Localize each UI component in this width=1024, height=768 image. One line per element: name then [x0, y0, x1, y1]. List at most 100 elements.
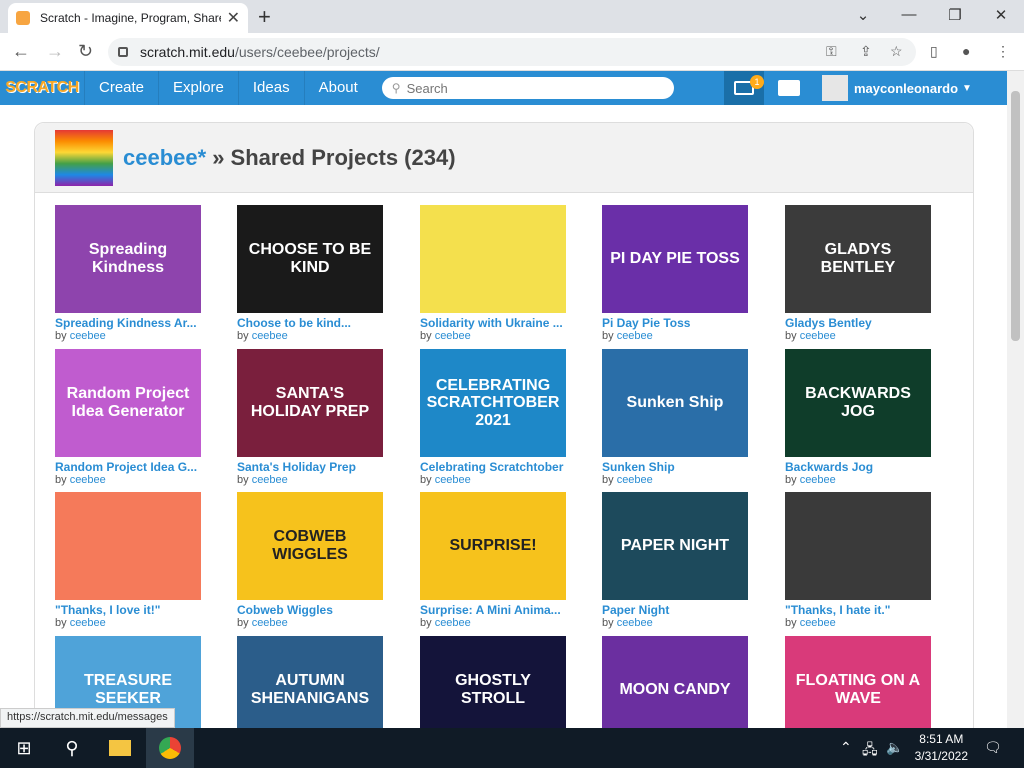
author-link[interactable]: ceebee — [252, 474, 288, 486]
project-title[interactable]: Gladys Bentley — [785, 316, 931, 330]
project-title[interactable]: "Thanks, I hate it." — [785, 603, 931, 617]
share-icon[interactable]: ⇪ — [860, 43, 872, 60]
project-thumbnail[interactable]: GHOSTLY STROLL — [420, 636, 566, 728]
close-window-icon[interactable]: ✕ — [978, 6, 1024, 24]
star-icon[interactable]: ☆ — [890, 43, 903, 60]
project-thumbnail[interactable]: GLADYS BENTLEY — [785, 205, 931, 313]
project-title[interactable]: Random Project Idea G... — [55, 460, 201, 474]
author-link[interactable]: ceebee — [800, 617, 836, 629]
browser-tab[interactable]: Scratch - Imagine, Program, Share ✕ — [8, 3, 248, 33]
minimize-icon[interactable]: — — [886, 6, 932, 23]
nav-create[interactable]: Create — [84, 71, 158, 105]
project-thumbnail[interactable] — [785, 492, 931, 600]
project-title[interactable]: "Thanks, I love it!" — [55, 603, 201, 617]
project-card[interactable]: AUTUMN SHENANIGANS — [237, 636, 383, 728]
author-link[interactable]: ceebee — [800, 330, 836, 342]
project-thumbnail[interactable]: FLOATING ON A WAVE — [785, 636, 931, 728]
project-thumbnail[interactable]: SURPRISE! — [420, 492, 566, 600]
file-explorer-icon[interactable] — [96, 728, 144, 768]
project-thumbnail[interactable]: CHOOSE TO BE KIND — [237, 205, 383, 313]
author-link[interactable]: ceebee — [70, 617, 106, 629]
author-link[interactable]: ceebee — [800, 474, 836, 486]
project-card[interactable]: Sunken Ship Sunken Ship by ceebee — [602, 349, 748, 489]
project-thumbnail[interactable]: Random Project Idea Generator — [55, 349, 201, 457]
project-card[interactable]: COBWEB WIGGLES Cobweb Wiggles by ceebee — [237, 492, 383, 632]
messages-button[interactable]: 1 — [724, 71, 764, 105]
windows-start-icon[interactable]: ⊞ — [0, 728, 48, 768]
project-title[interactable]: Backwards Jog — [785, 460, 931, 474]
nav-about[interactable]: About — [303, 71, 372, 105]
project-card[interactable]: GLADYS BENTLEY Gladys Bentley by ceebee — [785, 205, 931, 345]
author-link[interactable]: ceebee — [70, 474, 106, 486]
search-icon[interactable]: ⚲ — [48, 728, 96, 768]
close-tab-icon[interactable]: ✕ — [227, 8, 240, 28]
reload-icon[interactable]: ↻ — [78, 41, 93, 62]
forward-icon[interactable]: → — [46, 41, 64, 62]
project-title[interactable]: Pi Day Pie Toss — [602, 316, 748, 330]
project-card[interactable]: SANTA'S HOLIDAY PREP Santa's Holiday Prep… — [237, 349, 383, 489]
project-thumbnail[interactable]: Spreading Kindness — [55, 205, 201, 313]
chrome-icon[interactable] — [146, 728, 194, 768]
project-card[interactable]: Spreading Kindness Spreading Kindness Ar.… — [55, 205, 201, 345]
project-title[interactable]: Choose to be kind... — [237, 316, 383, 330]
project-title[interactable]: Santa's Holiday Prep — [237, 460, 383, 474]
new-tab-icon[interactable]: + — [258, 4, 271, 30]
author-link[interactable]: ceebee — [617, 474, 653, 486]
project-thumbnail[interactable] — [55, 492, 201, 600]
project-card[interactable]: CHOOSE TO BE KIND Choose to be kind... by … — [237, 205, 383, 345]
profile-icon[interactable]: ● — [962, 43, 970, 59]
project-card[interactable]: "Thanks, I love it!" by ceebee — [55, 492, 201, 632]
author-link[interactable]: ceebee — [617, 617, 653, 629]
project-title[interactable]: Paper Night — [602, 603, 748, 617]
project-card[interactable]: BACKWARDS JOG Backwards Jog by ceebee — [785, 349, 931, 489]
notifications-icon[interactable]: 🗨 — [984, 739, 1002, 756]
project-title[interactable]: Surprise: A Mini Anima... — [420, 603, 566, 617]
project-title[interactable]: Celebrating Scratchtober — [420, 460, 566, 474]
project-card[interactable]: CELEBRATING SCRATCHTOBER 2021 Celebrating… — [420, 349, 566, 489]
project-card[interactable]: Solidarity with Ukraine ... by ceebee — [420, 205, 566, 345]
project-thumbnail[interactable] — [420, 205, 566, 313]
restore-icon[interactable]: ❐ — [932, 6, 978, 24]
project-thumbnail[interactable]: AUTUMN SHENANIGANS — [237, 636, 383, 728]
key-icon[interactable]: ⚿ — [826, 43, 837, 60]
volume-icon[interactable]: 🔈 — [886, 739, 903, 756]
project-title[interactable]: Sunken Ship — [602, 460, 748, 474]
project-card[interactable]: PI DAY PIE TOSS Pi Day Pie Toss by ceebee — [602, 205, 748, 345]
author-link[interactable]: ceebee — [70, 330, 106, 342]
project-thumbnail[interactable]: COBWEB WIGGLES — [237, 492, 383, 600]
project-title[interactable]: Cobweb Wiggles — [237, 603, 383, 617]
project-card[interactable]: FLOATING ON A WAVE — [785, 636, 931, 728]
author-link[interactable]: ceebee — [435, 474, 471, 486]
project-thumbnail[interactable]: SANTA'S HOLIDAY PREP — [237, 349, 383, 457]
project-thumbnail[interactable]: CELEBRATING SCRATCHTOBER 2021 — [420, 349, 566, 457]
search-box[interactable]: ⚲ — [381, 77, 674, 99]
author-link[interactable]: ceebee — [435, 617, 471, 629]
project-card[interactable]: SURPRISE! Surprise: A Mini Anima... by cee… — [420, 492, 566, 632]
nav-explore[interactable]: Explore — [158, 71, 238, 105]
network-icon[interactable]: 🖧 — [862, 739, 878, 763]
owner-avatar[interactable] — [55, 129, 113, 186]
scratch-logo[interactable]: SCRATCH — [0, 71, 84, 105]
tab-search-icon[interactable]: ⌄ — [840, 6, 886, 24]
author-link[interactable]: ceebee — [435, 330, 471, 342]
project-title[interactable]: Spreading Kindness Ar... — [55, 316, 201, 330]
author-link[interactable]: ceebee — [617, 330, 653, 342]
my-stuff-icon[interactable] — [778, 80, 800, 96]
project-thumbnail[interactable]: PI DAY PIE TOSS — [602, 205, 748, 313]
project-title[interactable]: Solidarity with Ukraine ... — [420, 316, 566, 330]
project-card[interactable]: GHOSTLY STROLL — [420, 636, 566, 728]
url-input[interactable]: scratch.mit.edu/users/ceebee/projects/ — [108, 38, 916, 66]
author-link[interactable]: ceebee — [252, 617, 288, 629]
scrollbar-thumb[interactable] — [1011, 91, 1020, 341]
page-scrollbar[interactable] — [1007, 71, 1024, 728]
project-thumbnail[interactable]: PAPER NIGHT — [602, 492, 748, 600]
author-link[interactable]: ceebee — [252, 330, 288, 342]
menu-icon[interactable]: ⋮ — [996, 43, 1010, 60]
project-card[interactable]: PAPER NIGHT Paper Night by ceebee — [602, 492, 748, 632]
chevron-up-icon[interactable]: ⌃ — [840, 739, 852, 756]
back-icon[interactable]: ← — [12, 41, 30, 62]
clock[interactable]: 8:51 AM 3/31/2022 — [915, 731, 968, 765]
nav-ideas[interactable]: Ideas — [237, 71, 304, 105]
sidepanel-icon[interactable]: ▯ — [930, 43, 938, 60]
project-thumbnail[interactable]: Sunken Ship — [602, 349, 748, 457]
